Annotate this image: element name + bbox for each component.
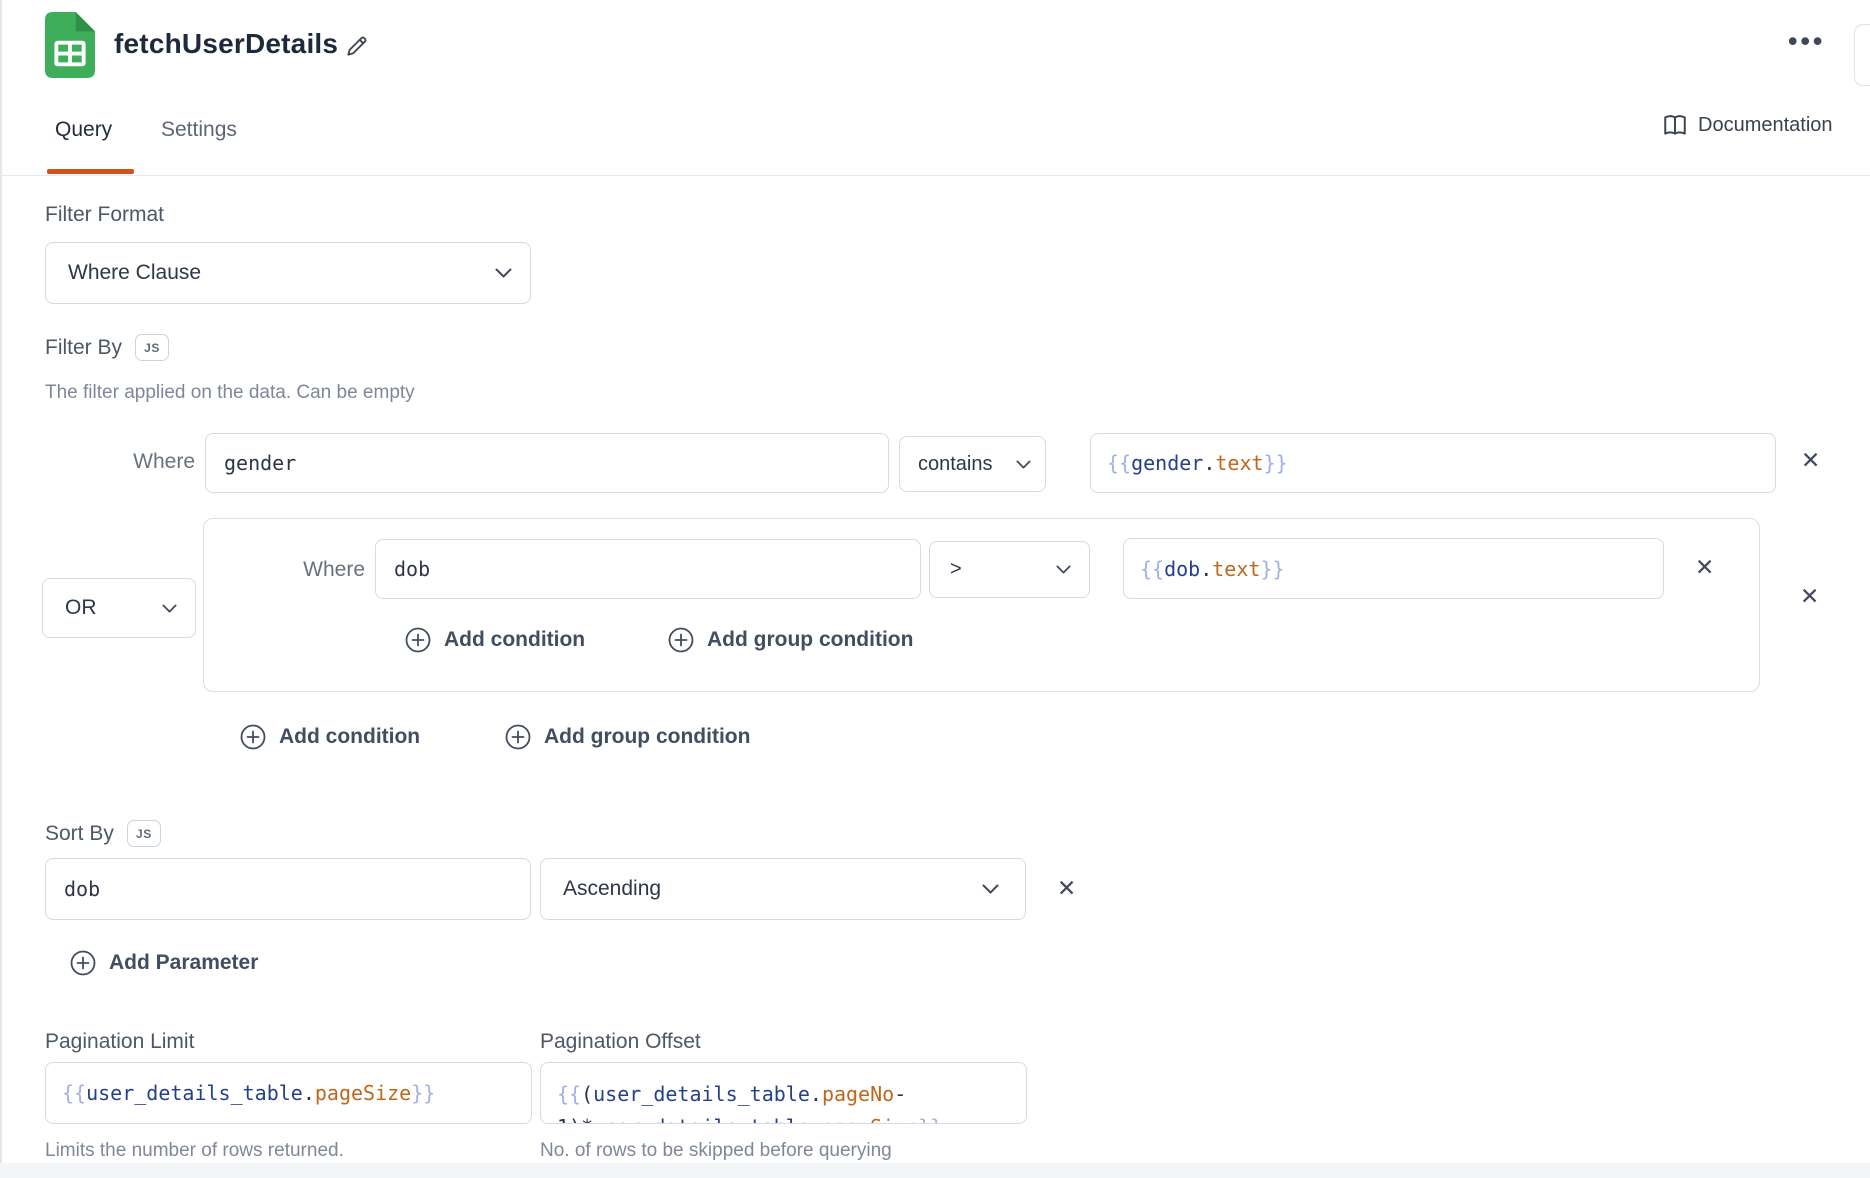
- plus-circle-icon: [405, 627, 431, 653]
- delete-group-condition-button[interactable]: ✕: [1695, 556, 1714, 579]
- sort-column-input[interactable]: dob: [45, 858, 531, 920]
- edit-name-icon[interactable]: [344, 33, 370, 59]
- pagination-limit-help: Limits the number of rows returned.: [45, 1140, 344, 1162]
- bottom-panel-edge: [0, 1163, 1870, 1178]
- sort-order-value: Ascending: [541, 877, 661, 901]
- tab-divider: [0, 175, 1870, 176]
- pagination-offset-label: Pagination Offset: [540, 1030, 701, 1054]
- condition-value-code: {{gender.text}}: [1107, 451, 1288, 475]
- book-icon: [1662, 113, 1688, 137]
- sort-order-select[interactable]: Ascending: [540, 858, 1026, 920]
- tab-settings[interactable]: Settings: [161, 118, 237, 142]
- query-title: fetchUserDetails: [114, 28, 338, 60]
- delete-group-button[interactable]: ✕: [1800, 585, 1819, 608]
- group-condition-operator-value: >: [930, 558, 962, 581]
- pagination-limit-code: {{user_details_table.pageSize}}: [62, 1081, 435, 1105]
- documentation-label: Documentation: [1698, 114, 1833, 137]
- delete-sort-button[interactable]: ✕: [1057, 877, 1076, 900]
- add-parameter-label: Add Parameter: [109, 951, 258, 975]
- filter-format-value: Where Clause: [46, 261, 201, 285]
- chevron-down-icon: [982, 884, 999, 894]
- group-add-condition-label: Add condition: [444, 628, 585, 652]
- cut-off-edge-button[interactable]: [1854, 24, 1870, 86]
- add-group-condition-button[interactable]: Add group condition: [505, 724, 750, 750]
- chevron-down-icon: [495, 268, 512, 278]
- js-toggle-badge[interactable]: JS: [135, 334, 169, 361]
- group-condition-value-code: {{dob.text}}: [1140, 557, 1285, 581]
- pagination-offset-code-line2: 1)*user_details_table.pageSize}}: [557, 1111, 1026, 1124]
- sort-by-label: Sort By: [45, 822, 114, 846]
- delete-condition-button[interactable]: ✕: [1801, 449, 1820, 472]
- filter-format-select[interactable]: Where Clause: [45, 242, 531, 304]
- add-group-condition-label: Add group condition: [544, 725, 750, 749]
- chevron-down-icon: [1056, 565, 1071, 574]
- plus-circle-icon: [70, 950, 96, 976]
- add-parameter-button[interactable]: Add Parameter: [70, 950, 258, 976]
- more-options-icon[interactable]: •••: [1788, 26, 1825, 57]
- group-join-value: OR: [43, 596, 97, 620]
- active-tab-underline: [47, 169, 134, 174]
- condition-operator-select[interactable]: contains: [899, 436, 1046, 492]
- where-prefix-label: Where: [287, 558, 365, 582]
- query-editor-panel: fetchUserDetails ••• Query Settings Docu…: [0, 0, 1870, 1178]
- panel-left-border: [0, 0, 2, 1178]
- group-add-condition-button[interactable]: Add condition: [405, 627, 585, 653]
- plus-circle-icon: [668, 627, 694, 653]
- add-condition-label: Add condition: [279, 725, 420, 749]
- chevron-down-icon: [1016, 460, 1031, 469]
- tab-query[interactable]: Query: [55, 118, 112, 142]
- filter-format-label: Filter Format: [45, 203, 164, 227]
- pagination-offset-help: No. of rows to be skipped before queryin…: [540, 1140, 892, 1162]
- condition-operator-value: contains: [900, 453, 993, 476]
- pagination-limit-label: Pagination Limit: [45, 1030, 194, 1054]
- sort-by-header: Sort By JS: [45, 820, 161, 847]
- group-add-group-condition-label: Add group condition: [707, 628, 913, 652]
- condition-value-input[interactable]: {{gender.text}}: [1090, 433, 1776, 493]
- where-prefix-label: Where: [117, 450, 195, 474]
- filter-by-label: Filter By: [45, 336, 122, 360]
- group-join-select[interactable]: OR: [42, 578, 196, 638]
- plus-circle-icon: [505, 724, 531, 750]
- group-add-group-condition-button[interactable]: Add group condition: [668, 627, 913, 653]
- group-condition-value-input[interactable]: {{dob.text}}: [1123, 538, 1664, 599]
- group-condition-key-input[interactable]: dob: [375, 539, 921, 599]
- pagination-limit-input[interactable]: {{user_details_table.pageSize}}: [45, 1062, 532, 1124]
- pagination-offset-code-line1: {{(user_details_table.pageNo-: [557, 1078, 1026, 1111]
- documentation-link[interactable]: Documentation: [1662, 113, 1833, 137]
- group-condition-operator-select[interactable]: >: [929, 541, 1090, 598]
- filter-by-help-text: The filter applied on the data. Can be e…: [45, 382, 415, 404]
- js-toggle-badge[interactable]: JS: [127, 820, 161, 847]
- chevron-down-icon: [162, 604, 177, 613]
- condition-key-input[interactable]: gender: [205, 433, 889, 493]
- pagination-offset-input[interactable]: {{(user_details_table.pageNo- 1)*user_de…: [540, 1062, 1027, 1124]
- add-condition-button[interactable]: Add condition: [240, 724, 420, 750]
- google-sheets-icon: [42, 12, 98, 78]
- plus-circle-icon: [240, 724, 266, 750]
- filter-by-header: Filter By JS: [45, 334, 169, 361]
